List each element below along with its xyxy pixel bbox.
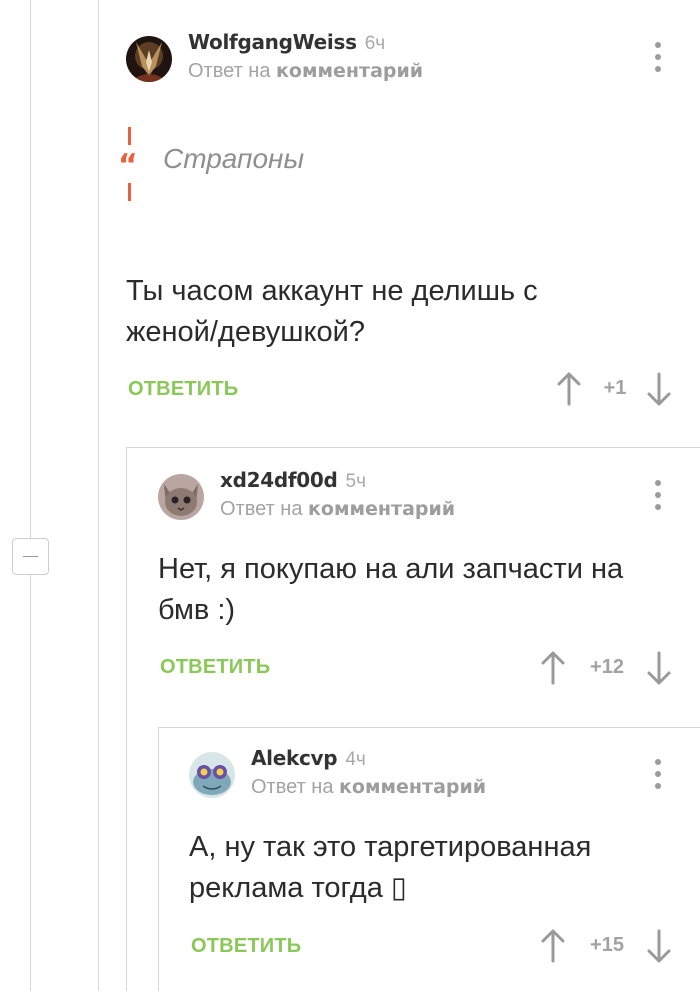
minus-icon: [23, 556, 38, 557]
thread-line: [158, 727, 700, 728]
reply-button[interactable]: ОТВЕТИТЬ: [128, 378, 238, 401]
comment-text-line: А, ну так это таргетированная: [189, 831, 592, 863]
arrow-up-icon[interactable]: [540, 650, 566, 686]
vote-widget: +12: [536, 650, 680, 686]
reply-button[interactable]: ОТВЕТИТЬ: [160, 656, 270, 679]
comment-text-line: женой/девушкой?: [126, 316, 365, 348]
comment-text-line: Нет, я покупаю на али запчасти на: [158, 553, 624, 585]
avatar[interactable]: [158, 474, 204, 520]
avatar[interactable]: [126, 36, 172, 82]
comments-thread: WolfgangWeiss 6ч Ответ на комментарий “ С…: [0, 0, 700, 991]
reply-to: Ответ на комментарий: [220, 498, 455, 521]
author-name[interactable]: WolfgangWeiss: [188, 30, 357, 54]
more-vertical-icon[interactable]: [655, 759, 661, 789]
thread-line: [158, 727, 159, 991]
comment-score: +1: [603, 377, 627, 399]
collapse-thread-button[interactable]: [12, 538, 49, 575]
thread-line: [126, 447, 127, 991]
quote-text: Страпоны: [163, 143, 305, 174]
thread-line: [98, 0, 99, 991]
thread-line: [30, 0, 31, 991]
arrow-down-icon[interactable]: [646, 928, 672, 964]
vote-widget: +15: [536, 928, 680, 964]
arrow-down-icon[interactable]: [646, 650, 672, 686]
comment-time: 4ч: [345, 749, 366, 770]
reply-target-link[interactable]: комментарий: [276, 60, 423, 82]
reply-target-link[interactable]: комментарий: [308, 498, 455, 520]
comment-text-line: бмв :): [158, 594, 236, 626]
comment-score: +12: [590, 656, 624, 678]
reply-prefix: Ответ на: [251, 776, 334, 798]
arrow-down-icon[interactable]: [646, 371, 672, 407]
more-vertical-icon[interactable]: [655, 42, 661, 72]
arrow-up-icon[interactable]: [540, 928, 566, 964]
comment-time: 6ч: [364, 33, 386, 54]
comment-text-line: реклама тогда ▯: [189, 872, 407, 904]
comment-time: 5ч: [345, 471, 366, 492]
comment-text: Ты часом аккаунт не делишь с женой/девуш…: [126, 271, 538, 353]
avatar[interactable]: [189, 752, 235, 798]
vote-widget: +1: [550, 371, 680, 407]
comment-text: А, ну так это таргетированная реклама то…: [189, 827, 591, 909]
author-name[interactable]: Alekcvp: [251, 746, 338, 770]
reply-button[interactable]: ОТВЕТИТЬ: [191, 935, 301, 958]
thread-line: [126, 447, 700, 448]
reply-target-link[interactable]: комментарий: [339, 776, 486, 798]
comment-text: Нет, я покупаю на али запчасти на бмв :): [158, 549, 623, 631]
comment-text-line: Ты часом аккаунт не делишь с: [126, 275, 538, 307]
more-vertical-icon[interactable]: [655, 480, 661, 510]
comment-meta: xd24df00d 5ч: [220, 468, 366, 493]
comment-meta: WolfgangWeiss 6ч: [188, 30, 385, 55]
comment-meta: Alekcvp 4ч: [251, 746, 366, 771]
arrow-up-icon[interactable]: [556, 371, 582, 407]
reply-to: Ответ на комментарий: [251, 776, 486, 799]
reply-prefix: Ответ на: [188, 60, 271, 82]
quote-mark-icon: “: [118, 127, 158, 203]
reply-prefix: Ответ на: [220, 498, 303, 520]
reply-to: Ответ на комментарий: [188, 60, 423, 83]
svg-text:“: “: [118, 148, 138, 183]
author-name[interactable]: xd24df00d: [220, 468, 338, 492]
comment-score: +15: [590, 934, 624, 956]
